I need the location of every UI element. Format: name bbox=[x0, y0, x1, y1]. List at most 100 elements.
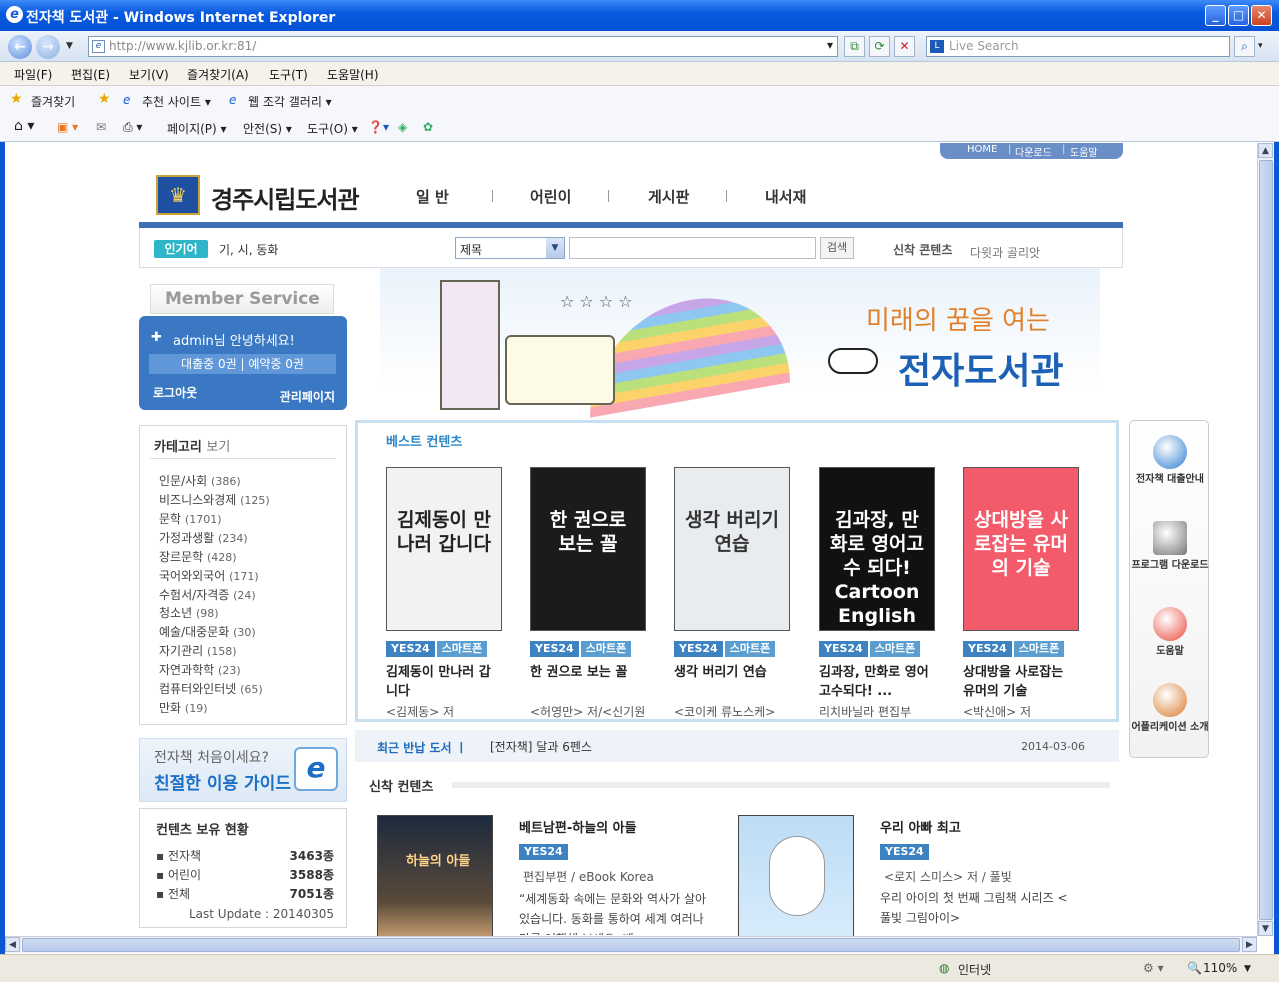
category-item[interactable]: 국어와외국어 (171) bbox=[159, 567, 259, 584]
nav-my-library[interactable]: 내서재 bbox=[765, 186, 806, 207]
safety-menu[interactable]: 안전(S) ▾ bbox=[243, 120, 292, 137]
home-icon[interactable]: ⌂ ▾ bbox=[14, 118, 34, 134]
scroll-left-icon[interactable]: ◀ bbox=[5, 937, 20, 952]
book-title[interactable]: 한 권으로 보는 꼴 bbox=[530, 663, 646, 701]
mail-icon[interactable]: ✉ bbox=[96, 120, 106, 134]
book-item[interactable]: 생각 버리기 연습 YES24 스마트폰 생각 버리기 연습 <코이케 류노스케>… bbox=[674, 467, 790, 725]
menu-file[interactable]: 파일(F) bbox=[14, 66, 52, 83]
zoom-level[interactable]: 110% bbox=[1203, 961, 1237, 975]
library-logo-icon[interactable]: ♛ bbox=[156, 175, 200, 215]
menu-help[interactable]: 도움말(H) bbox=[327, 66, 379, 83]
vertical-scroll-thumb[interactable] bbox=[1259, 160, 1273, 920]
search-options-icon[interactable]: ▾ bbox=[1258, 41, 1263, 51]
history-dropdown-icon[interactable]: ▼ bbox=[66, 41, 73, 51]
refresh-button[interactable]: ⟳ bbox=[869, 36, 890, 57]
category-item[interactable]: 가정과생활 (234) bbox=[159, 529, 248, 546]
search-button[interactable]: ⌕ bbox=[1234, 36, 1255, 57]
protected-mode-icon[interactable]: ⚙ ▾ bbox=[1143, 961, 1164, 975]
search-submit-button[interactable]: 검색 bbox=[820, 237, 854, 259]
horizontal-scrollbar[interactable]: ◀ ▶ bbox=[5, 936, 1257, 953]
book-title[interactable]: 생각 버리기 연습 bbox=[674, 663, 790, 701]
book-item[interactable]: 김과장, 만화로 영어고수 되다! Cartoon English YES24 스… bbox=[819, 467, 935, 725]
menu-tools[interactable]: 도구(T) bbox=[269, 66, 308, 83]
category-item[interactable]: 비즈니스와경제 (125) bbox=[159, 491, 270, 508]
help-link[interactable]: 도움말 bbox=[1070, 144, 1098, 159]
quick-item-app[interactable]: 어플리케이션 소개 bbox=[1130, 683, 1210, 734]
category-item[interactable]: 자연과학학 (23) bbox=[159, 661, 241, 678]
page-menu[interactable]: 페이지(P) ▾ bbox=[167, 120, 227, 137]
category-item[interactable]: 만화 (19) bbox=[159, 699, 208, 716]
book-title[interactable]: 상대방을 사로잡는 유머의 기술 bbox=[963, 663, 1079, 701]
scroll-down-icon[interactable]: ▼ bbox=[1258, 921, 1273, 936]
quick-item-loan-guide[interactable]: 전자책 대출안내 bbox=[1130, 435, 1210, 486]
menu-favorites[interactable]: 즐겨찾기(A) bbox=[187, 66, 249, 83]
horizontal-scroll-thumb[interactable] bbox=[22, 938, 1240, 952]
new-content-link[interactable]: 다윗과 골리앗 bbox=[970, 244, 1040, 261]
book-cover[interactable]: 생각 버리기 연습 bbox=[674, 467, 790, 631]
book-item[interactable]: 한 권으로 보는 꼴 YES24 스마트폰 한 권으로 보는 꼴 <허영만> 저/… bbox=[530, 467, 646, 725]
admin-page-link[interactable]: 관리페이지 bbox=[280, 388, 335, 405]
category-item[interactable]: 컴퓨터와인터넷 (65) bbox=[159, 680, 263, 697]
category-item[interactable]: 장르문학 (428) bbox=[159, 548, 237, 565]
research-icon[interactable]: ◈ bbox=[398, 120, 407, 134]
book-item[interactable]: 상대방을 사로잡는 유머의 기술 YES24 스마트폰 상대방을 사로잡는 유머의… bbox=[963, 467, 1079, 725]
back-button[interactable]: ← bbox=[8, 35, 32, 59]
compatibility-icon[interactable]: ⧉ bbox=[844, 36, 865, 57]
menu-view[interactable]: 보기(V) bbox=[129, 66, 169, 83]
messenger-icon[interactable]: ✿ bbox=[423, 120, 433, 134]
popular-words[interactable]: 기, 시, 동화 bbox=[219, 241, 278, 258]
search-input[interactable] bbox=[569, 237, 816, 259]
print-icon[interactable]: ⎙ ▾ bbox=[123, 120, 142, 135]
book-cover[interactable]: 한 권으로 보는 꼴 bbox=[530, 467, 646, 631]
recent-returns-title[interactable]: [전자책] 달과 6펜스 bbox=[490, 738, 592, 755]
web-slice-gallery-link[interactable]: 웹 조각 갤러리 ▾ bbox=[248, 93, 332, 110]
close-button[interactable]: ✕ bbox=[1251, 5, 1272, 26]
new-book-cover[interactable] bbox=[738, 815, 854, 940]
logout-link[interactable]: 로그아웃 bbox=[153, 384, 197, 401]
quick-item-help[interactable]: 도움말 bbox=[1130, 607, 1210, 658]
scroll-right-icon[interactable]: ▶ bbox=[1242, 937, 1257, 952]
book-cover[interactable]: 김제동이 만나러 갑니다 bbox=[386, 467, 502, 631]
user-guide-banner[interactable]: 전자책 처음이세요? 친절한 이용 가이드 e bbox=[139, 738, 347, 802]
category-item[interactable]: 인문/사회 (386) bbox=[159, 472, 241, 489]
book-cover[interactable]: 김과장, 만화로 영어고수 되다! Cartoon English bbox=[819, 467, 935, 631]
menu-edit[interactable]: 편집(E) bbox=[71, 66, 110, 83]
book-item[interactable]: 김제동이 만나러 갑니다 YES24 스마트폰 김제동이 만나러 갑니다 <김제동… bbox=[386, 467, 502, 725]
live-search-input[interactable]: L Live Search bbox=[926, 36, 1230, 57]
minimize-button[interactable]: _ bbox=[1205, 5, 1226, 26]
book-cover[interactable]: 상대방을 사로잡는 유머의 기술 bbox=[963, 467, 1079, 631]
book-title[interactable]: 김과장, 만화로 영어고수되다! ... bbox=[819, 663, 935, 701]
category-item[interactable]: 청소년 (98) bbox=[159, 604, 219, 621]
loan-status[interactable]: 대출중 0권 | 예약중 0권 bbox=[149, 354, 336, 374]
quick-item-download[interactable]: 프로그램 다운로드 bbox=[1130, 521, 1210, 572]
new-book-title[interactable]: 베트남편-하늘의 아들 bbox=[519, 817, 637, 836]
add-favorite-icon[interactable]: ★ bbox=[98, 91, 111, 107]
help-icon[interactable]: ❓▾ bbox=[368, 120, 389, 134]
suggested-sites-link[interactable]: 추천 사이트 ▾ bbox=[142, 93, 211, 110]
stop-button[interactable]: ✕ bbox=[894, 36, 915, 57]
vertical-scrollbar[interactable]: ▲ ▼ bbox=[1257, 143, 1274, 936]
category-item[interactable]: 수험서/자격증 (24) bbox=[159, 586, 256, 603]
new-book-title[interactable]: 우리 아빠 최고 bbox=[880, 817, 961, 836]
zoom-icon[interactable]: 🔍 bbox=[1187, 961, 1202, 975]
nav-children[interactable]: 어린이 bbox=[530, 186, 571, 207]
feeds-icon[interactable]: ▣ ▾ bbox=[57, 120, 78, 134]
home-link[interactable]: HOME bbox=[967, 144, 997, 155]
zoom-dropdown-icon[interactable]: ▼ bbox=[1244, 964, 1251, 974]
category-item[interactable]: 예술/대중문화 (30) bbox=[159, 623, 256, 640]
book-title[interactable]: 김제동이 만나러 갑니다 bbox=[386, 663, 502, 701]
forward-button[interactable]: → bbox=[36, 35, 60, 59]
url-input[interactable]: e http://www.kjlib.or.kr:81/ bbox=[88, 36, 838, 57]
tools-menu[interactable]: 도구(O) ▾ bbox=[307, 120, 358, 137]
new-book-cover[interactable]: 하늘의 아들 bbox=[377, 815, 493, 940]
favorites-button[interactable]: 즐겨찾기 bbox=[31, 93, 75, 110]
site-name[interactable]: 경주시립도서관 bbox=[211, 180, 360, 215]
nav-general[interactable]: 일 반 bbox=[416, 186, 449, 207]
maximize-button[interactable]: □ bbox=[1228, 5, 1249, 26]
scroll-up-icon[interactable]: ▲ bbox=[1258, 143, 1273, 158]
download-link[interactable]: 다운로드 bbox=[1015, 144, 1052, 159]
search-field-select[interactable]: 제목 ▼ bbox=[455, 237, 565, 259]
url-dropdown-icon[interactable]: ▾ bbox=[822, 36, 838, 57]
category-item[interactable]: 자기관리 (158) bbox=[159, 642, 237, 659]
nav-board[interactable]: 게시판 bbox=[648, 186, 689, 207]
